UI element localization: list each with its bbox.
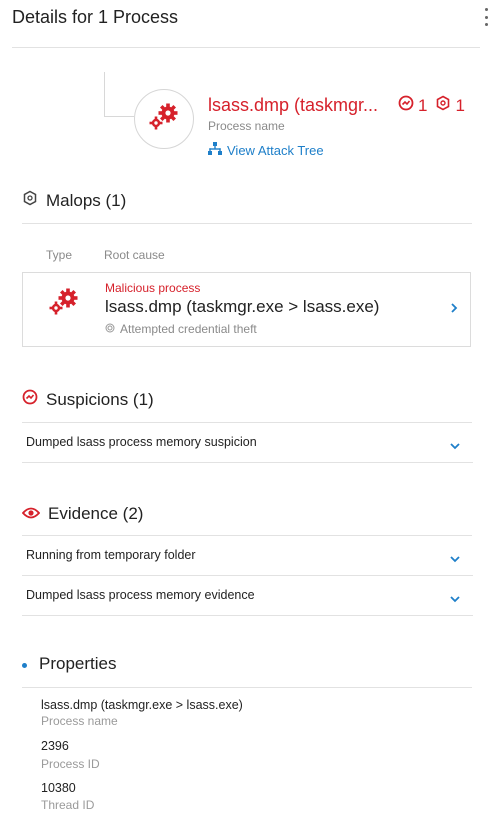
panel-header: Details for 1 Process xyxy=(0,0,492,48)
malop-description: Attempted credential theft xyxy=(105,322,257,336)
col-header-type: Type xyxy=(46,248,73,262)
col-header-root-cause: Root cause xyxy=(104,248,165,262)
process-subtitle: Process name xyxy=(208,119,285,133)
tree-connector xyxy=(104,72,105,116)
malop-shield-icon xyxy=(22,190,38,211)
malop-root-cause: lsass.dmp (taskmgr.exe > lsass.exe) xyxy=(105,297,380,316)
eye-icon xyxy=(21,504,41,524)
view-attack-tree-label: View Attack Tree xyxy=(227,142,324,158)
malops-title: Malops (1) xyxy=(46,190,127,210)
suspicion-label: Dumped lsass process memory suspicion xyxy=(26,435,257,449)
process-avatar xyxy=(134,89,194,149)
evidence-row[interactable]: Running from temporary folder xyxy=(22,536,473,576)
properties-title: Properties xyxy=(39,654,117,673)
suspicion-row[interactable]: Dumped lsass process memory suspicion xyxy=(22,423,473,463)
property-label: Process ID xyxy=(41,757,100,771)
malop-card[interactable]: Malicious process lsass.dmp (taskmgr.exe… xyxy=(22,272,471,347)
evidence-title: Evidence (2) xyxy=(48,504,144,523)
suspicion-count: 1 xyxy=(418,95,428,115)
tree-icon xyxy=(208,142,222,158)
evidence-label: Running from temporary folder xyxy=(26,548,196,562)
chevron-down-icon xyxy=(449,437,461,455)
property-label: Thread ID xyxy=(41,798,95,812)
evidence-label: Dumped lsass process memory evidence xyxy=(26,588,255,602)
malop-shield-icon xyxy=(435,95,451,116)
properties-bullet xyxy=(22,663,27,668)
malops-section-title: Malops (1) xyxy=(22,190,126,211)
suspicions-section-title: Suspicions (1) xyxy=(22,389,154,410)
chevron-down-icon xyxy=(449,590,461,608)
suspicion-count-badge: 1 xyxy=(398,95,427,116)
property-value: lsass.dmp (taskmgr.exe > lsass.exe) xyxy=(41,698,243,712)
malop-type: Malicious process xyxy=(105,281,201,295)
process-badges: 1 1 xyxy=(398,95,465,116)
section-divider xyxy=(22,687,472,688)
malop-description-text: Attempted credential theft xyxy=(120,322,257,336)
chevron-right-icon xyxy=(450,301,458,319)
evidence-section-title: Evidence (2) xyxy=(21,504,144,524)
property-value: 2396 xyxy=(41,739,69,753)
malop-count: 1 xyxy=(455,95,465,115)
view-attack-tree-link[interactable]: View Attack Tree xyxy=(208,142,324,158)
more-menu-icon[interactable] xyxy=(482,8,490,26)
gears-icon xyxy=(47,287,81,322)
malop-count-badge: 1 xyxy=(435,95,465,116)
section-divider xyxy=(22,223,472,224)
process-name[interactable]: lsass.dmp (taskmgr... xyxy=(208,95,378,116)
chevron-down-icon xyxy=(449,550,461,568)
panel-title: Details for 1 Process xyxy=(12,7,179,27)
header-divider xyxy=(12,47,480,48)
property-value: 10380 xyxy=(41,781,76,795)
suspicions-title: Suspicions (1) xyxy=(46,389,154,409)
property-label: Process name xyxy=(41,714,118,728)
tree-connector xyxy=(104,116,134,117)
gears-icon xyxy=(147,102,181,137)
suspicion-gauge-icon xyxy=(22,389,38,410)
fingerprint-icon xyxy=(105,322,115,336)
evidence-row[interactable]: Dumped lsass process memory evidence xyxy=(22,576,473,616)
suspicion-gauge-icon xyxy=(398,95,414,116)
